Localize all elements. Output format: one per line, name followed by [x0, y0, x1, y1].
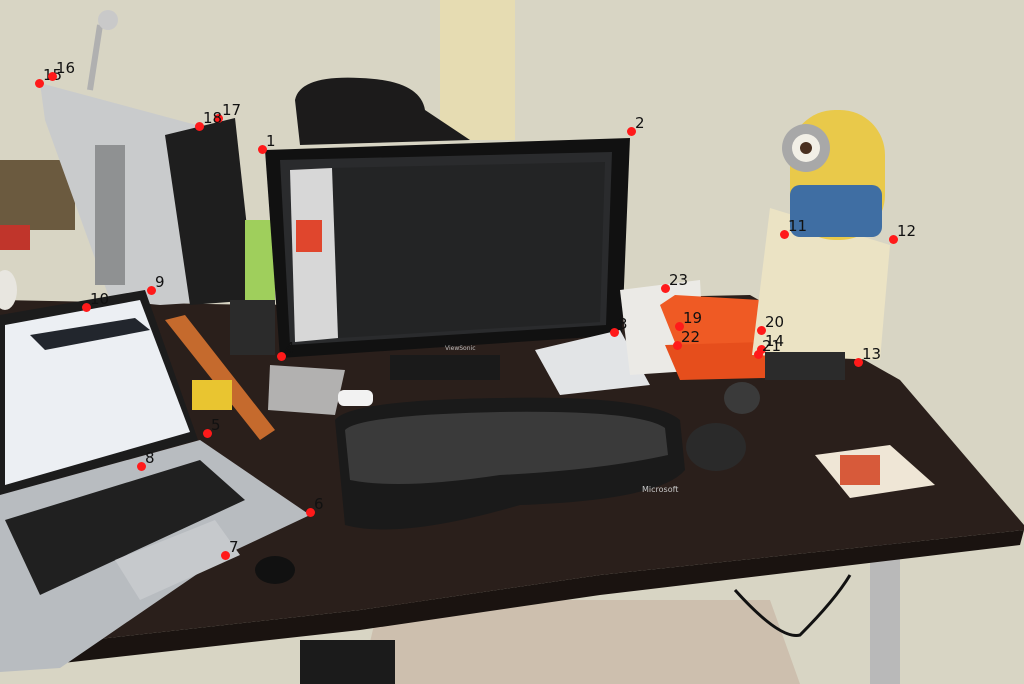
keypoint-2-label: 2 — [635, 114, 645, 132]
keyboard-brand: Microsoft — [642, 485, 678, 494]
keypoint-4-label: 4 — [285, 339, 295, 357]
keypoint-5-label: 5 — [211, 416, 221, 434]
editor-pane — [330, 162, 605, 338]
desk-photo: ViewSonic Microsoft — [0, 0, 1024, 684]
file-panel — [290, 168, 338, 342]
keypoint-9-label: 9 — [155, 273, 165, 291]
keypoint-17-label: 17 — [222, 101, 242, 119]
yellow-tag — [192, 380, 232, 410]
green-cup — [245, 220, 275, 300]
keypoint-7-label: 7 — [229, 538, 239, 556]
keypoint-22-label: 22 — [681, 328, 701, 346]
plastic-bag — [268, 365, 345, 415]
keypoint-19-label: 19 — [683, 309, 703, 327]
keypoint-11-label: 11 — [788, 217, 808, 235]
keypoint-13-label: 13 — [862, 345, 882, 363]
mouse-front — [686, 423, 746, 471]
usb-dongle — [338, 390, 373, 406]
red-book — [0, 225, 30, 250]
lamp-head — [98, 10, 118, 30]
curtain-strip — [440, 0, 515, 140]
keypoint-16-label: 16 — [56, 59, 76, 77]
minion-pupil — [800, 142, 812, 154]
keypoint-1-label: 1 — [266, 132, 276, 150]
keypoint-6-label: 6 — [314, 495, 324, 513]
keypoint-12-label: 12 — [897, 222, 917, 240]
desk-photo-scene: ViewSonic Microsoft 1 2 3 4 5 6 7 8 9 10… — [0, 0, 1024, 684]
keypoint-10-label: 10 — [90, 290, 110, 308]
lens-cap — [255, 556, 295, 584]
red-thumbnail — [296, 220, 322, 252]
speaker-under-desk — [300, 640, 395, 684]
webcam-box — [230, 300, 275, 355]
keypoint-3-label: 3 — [618, 315, 628, 333]
keypoint-8-label: 8 — [145, 449, 155, 467]
left-monitor-stand — [95, 145, 125, 285]
keypoint-23-label: 23 — [669, 271, 689, 289]
keypoint-20-label: 20 — [765, 313, 785, 331]
monitor-brand: ViewSonic — [445, 345, 476, 352]
keypoint-21-label: 21 — [762, 337, 782, 355]
keypoint-18-label: 18 — [203, 109, 223, 127]
mouse-back — [724, 382, 760, 414]
monitor-stand — [390, 355, 500, 380]
card-art — [840, 455, 880, 485]
box-base — [765, 352, 845, 380]
